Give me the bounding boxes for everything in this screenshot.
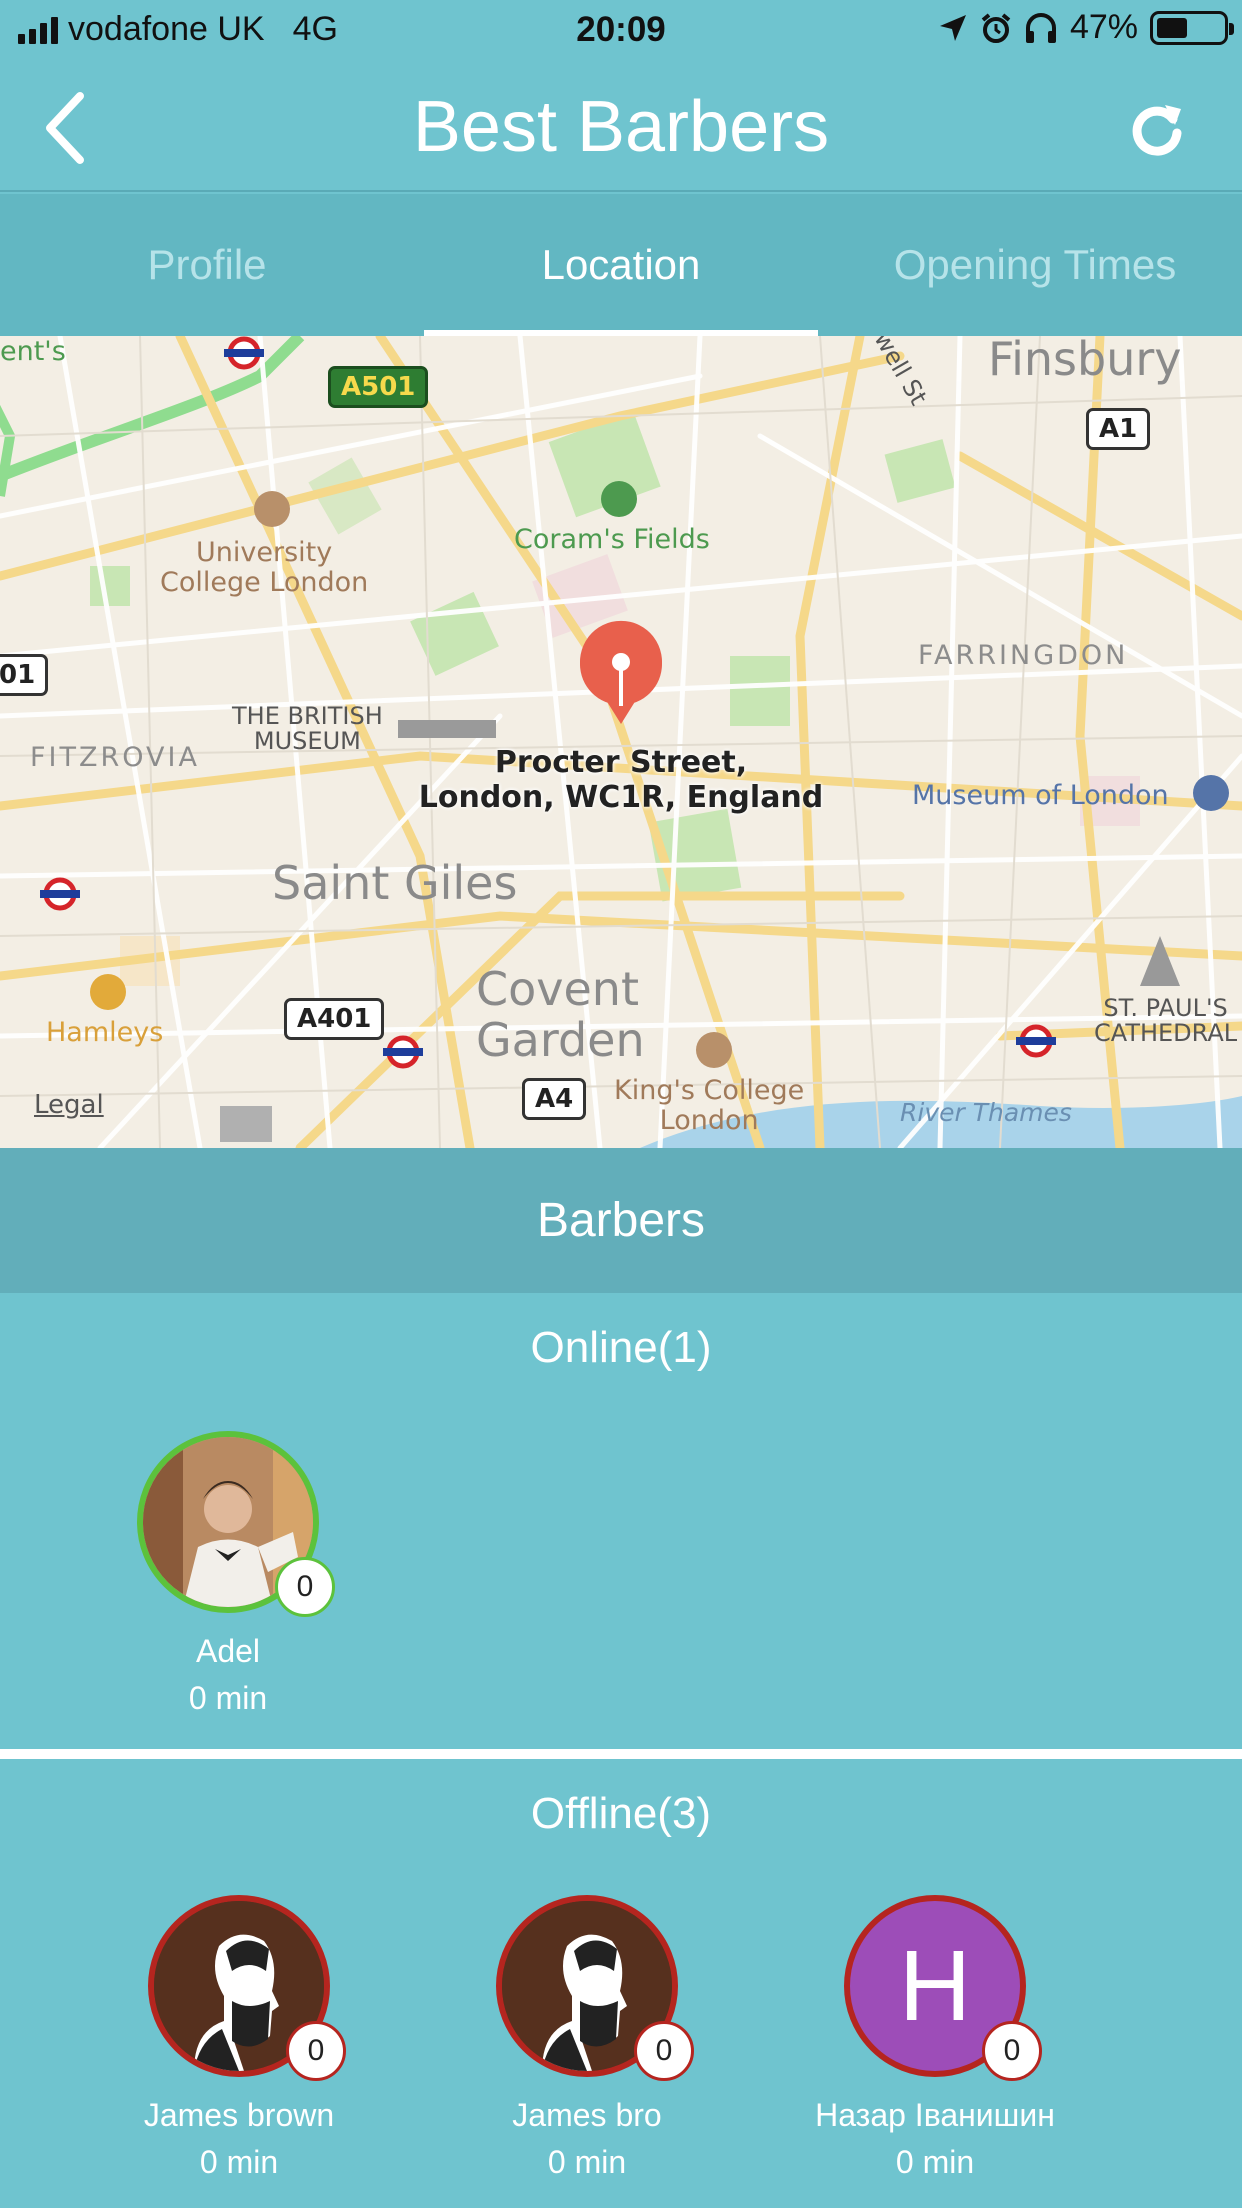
barber-wait-time: 0 min [547, 2144, 627, 2180]
map-label-ucl: University College London [160, 538, 368, 597]
count-badge: 0 [275, 1557, 335, 1617]
barber-card-nazar[interactable]: H 0 Назар Іванишин 0 min [785, 1895, 1085, 2181]
tab-profile[interactable]: Profile [0, 194, 414, 336]
road-shield-a4: A4 [522, 1078, 587, 1120]
pin-address-line1: Procter Street, [494, 745, 748, 780]
map-label-kings-college: King's College London [614, 1076, 804, 1135]
count-badge: 0 [286, 2021, 346, 2081]
map-label-ucl-line2: College London [160, 566, 369, 598]
road-shield-a401: A401 [284, 998, 385, 1040]
refresh-button[interactable] [1122, 94, 1192, 164]
barber-wait-time: 0 min [188, 1680, 268, 1716]
avatar: 0 [496, 1895, 694, 2081]
pin-address: Procter Street, London, WC1R, England [0, 745, 1242, 815]
road-shield-a1: A1 [1086, 408, 1151, 450]
map-label-street-partial: ent's [0, 336, 66, 367]
tab-opening-times[interactable]: Opening Times [828, 194, 1242, 336]
map-legal-link[interactable]: Legal [34, 1090, 104, 1120]
map-label-corams-fields: Coram's Fields [514, 524, 710, 555]
map-label-british-museum-line1: THE BRITISH [232, 702, 383, 730]
status-right: 47% [938, 8, 1234, 47]
map-label-st-pauls: ST. PAUL'S CATHEDRAL [1094, 994, 1238, 1048]
avatar: 0 [137, 1431, 335, 1617]
map-label-covent-line1: Covent [476, 962, 639, 1016]
status-bar: vodafone UK 4G 20:09 47% [0, 0, 1242, 64]
map-label-hamleys: Hamleys [46, 1017, 164, 1048]
barber-card-james-brown[interactable]: 0 James brown 0 min [89, 1895, 389, 2181]
map-label-river-thames: River Thames [900, 1098, 1072, 1127]
barber-wait-time: 0 min [895, 2144, 975, 2180]
barber-name: James brown [143, 2097, 335, 2133]
road-shield-a501: A501 [328, 366, 429, 408]
headphones-icon [1025, 12, 1056, 43]
map-label-covent-garden: Covent Garden [476, 964, 645, 1065]
battery-icon [1150, 10, 1234, 45]
map-label-st-pauls-line2: CATHEDRAL [1094, 1019, 1238, 1048]
map-label-kings-line2: London [659, 1104, 759, 1136]
avatar: H 0 [844, 1895, 1042, 2081]
map-label-ucl-line1: University [196, 537, 333, 568]
map-label-kings-line1: King's College [614, 1075, 805, 1106]
pin-address-line2: London, WC1R, England [418, 779, 824, 815]
map-label-finsbury: Finsbury [988, 336, 1182, 386]
barber-card-adel[interactable]: 0 Adel 0 min [78, 1431, 378, 1717]
offline-section: Offline(3) 0 James brown 0 min 0 James b… [0, 1759, 1242, 2208]
tab-bar: Profile Location Opening Times [0, 194, 1242, 336]
online-title: Online(1) [530, 1323, 712, 1372]
map-label-covent-line2: Garden [476, 1012, 645, 1067]
tab-location[interactable]: Location [414, 194, 828, 336]
location-arrow-icon [939, 14, 966, 41]
nav-bar: Best Barbers [0, 64, 1242, 192]
map-label-farringdon: FARRINGDON [918, 640, 1129, 671]
road-shield-edge: 01 [0, 654, 49, 696]
location-map[interactable]: ent's well St Finsbury University College… [0, 336, 1242, 1148]
barbers-header: Barbers [0, 1148, 1242, 1293]
barber-name: James bro [512, 2097, 662, 2133]
map-pin[interactable] [580, 620, 662, 724]
barber-name: Adel [195, 1633, 261, 1669]
barber-card-james-bro[interactable]: 0 James bro 0 min [437, 1895, 737, 2181]
map-label-st-pauls-line1: ST. PAUL'S [1103, 994, 1228, 1022]
count-badge: 0 [982, 2021, 1042, 2081]
section-divider [0, 1749, 1242, 1759]
count-badge: 0 [634, 2021, 694, 2081]
offline-title: Offline(3) [530, 1789, 712, 1838]
battery-percent: 47% [1069, 8, 1138, 46]
refresh-icon [1132, 105, 1182, 156]
map-label-saint-giles: Saint Giles [272, 856, 518, 910]
alarm-icon [981, 12, 1011, 43]
barber-wait-time: 0 min [199, 2144, 279, 2180]
avatar: 0 [148, 1895, 346, 2081]
barber-name: Назар Іванишин [815, 2097, 1055, 2133]
online-section: Online(1) 0 Adel 0 min [0, 1293, 1242, 1749]
page-title: Best Barbers [412, 87, 830, 167]
